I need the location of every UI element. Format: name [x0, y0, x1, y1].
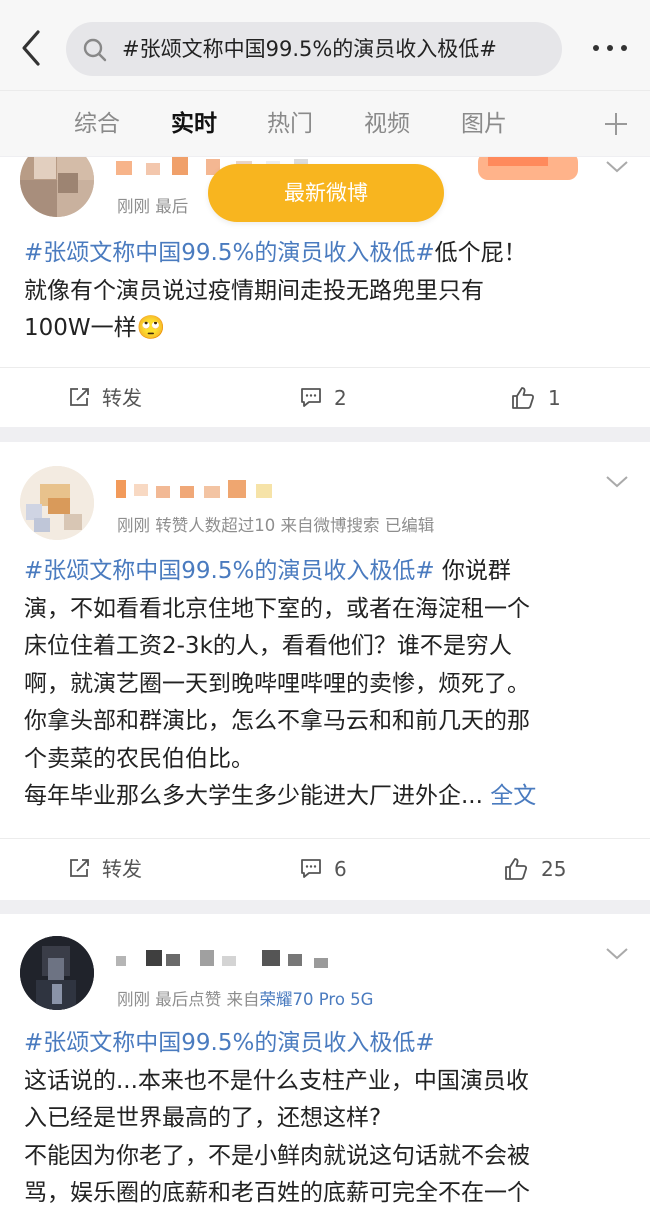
repost-icon: [70, 388, 89, 406]
membership-badge-icon: [478, 157, 578, 180]
avatar[interactable]: [20, 466, 94, 540]
comment-button[interactable]: 2: [299, 368, 359, 427]
repost-icon: [70, 859, 89, 877]
post-actions: 转发 6 25: [0, 838, 650, 898]
search-bar[interactable]: #张颂文称中国99.5%的演员收入极低#: [66, 22, 562, 76]
more-dots-icon: [593, 45, 627, 51]
comment-icon: [301, 388, 321, 407]
blurred-avatar-image: [20, 466, 94, 540]
chevron-left-icon: [22, 30, 40, 66]
blurred-username: [116, 480, 272, 498]
back-button[interactable]: [14, 26, 50, 70]
device-link[interactable]: 荣耀70 Pro 5G: [260, 990, 374, 1009]
blurred-avatar-image: [20, 936, 94, 1010]
thumbs-up-icon: [505, 858, 528, 880]
new-posts-pill[interactable]: 最新微博: [208, 164, 444, 222]
blurred-avatar-image: [20, 157, 94, 217]
full-text-link[interactable]: 全文: [490, 783, 536, 809]
post-actions: 转发 2 1: [0, 367, 650, 427]
blurred-username: [116, 950, 328, 968]
more-button[interactable]: [588, 36, 632, 60]
topic-link[interactable]: #张颂文称中国99.5%的演员收入极低#: [24, 240, 435, 266]
post-text: #张颂文称中国99.5%的演员收入极低#低个屁！ 就像有个演员说过疫情期间走投无…: [24, 240, 527, 341]
repost-button[interactable]: 转发: [68, 839, 168, 899]
chevron-down-icon[interactable]: [604, 474, 630, 490]
post-card[interactable]: 刚刚 转赞人数超过10 来自微博搜索 已编辑 #张颂文称中国99.5%的演员收入…: [0, 442, 650, 900]
topic-link[interactable]: #张颂文称中国99.5%的演员收入极低#: [24, 558, 435, 584]
avatar[interactable]: [20, 936, 94, 1010]
top-bar: #张颂文称中国99.5%的演员收入极低#: [0, 0, 650, 90]
post-meta: 刚刚 最后点赞 来自荣耀70 Pro 5G: [117, 990, 374, 1009]
repost-button[interactable]: 转发: [68, 368, 168, 427]
comment-icon: [301, 859, 321, 878]
search-icon: [83, 38, 107, 62]
tab-realtime[interactable]: 实时: [171, 91, 217, 157]
chevron-down-icon[interactable]: [604, 946, 630, 962]
post-card[interactable]: 刚刚 最后点赞 来自荣耀70 Pro 5G #张颂文称中国99.5%的演员收入极…: [0, 914, 650, 1212]
like-button[interactable]: 25: [503, 839, 583, 899]
post-meta: 刚刚 转赞人数超过10 来自微博搜索 已编辑: [117, 516, 435, 535]
tab-video[interactable]: 视频: [364, 91, 410, 157]
tab-comprehensive[interactable]: 综合: [74, 91, 120, 157]
tab-images[interactable]: 图片: [461, 91, 507, 157]
topic-link[interactable]: #张颂文称中国99.5%的演员收入极低#: [24, 1030, 435, 1056]
chevron-down-icon[interactable]: [604, 159, 630, 175]
avatar[interactable]: [20, 157, 94, 217]
post-text: #张颂文称中国99.5%的演员收入极低# 这话说的...本来也不是什么支柱产业，…: [24, 1030, 530, 1206]
post-meta: 刚刚 最后: [117, 197, 189, 216]
comment-button[interactable]: 6: [299, 839, 359, 899]
like-button[interactable]: 1: [510, 368, 570, 427]
tab-hot[interactable]: 热门: [267, 91, 313, 157]
search-query: #张颂文称中国99.5%的演员收入极低#: [122, 37, 497, 61]
post-text: #张颂文称中国99.5%的演员收入极低# 你说群 演，不如看看北京住地下室的，或…: [24, 558, 537, 809]
tab-bar: 综合 实时 热门 视频 图片: [0, 90, 650, 156]
thumbs-up-icon: [512, 387, 535, 409]
plus-icon[interactable]: [602, 110, 630, 138]
